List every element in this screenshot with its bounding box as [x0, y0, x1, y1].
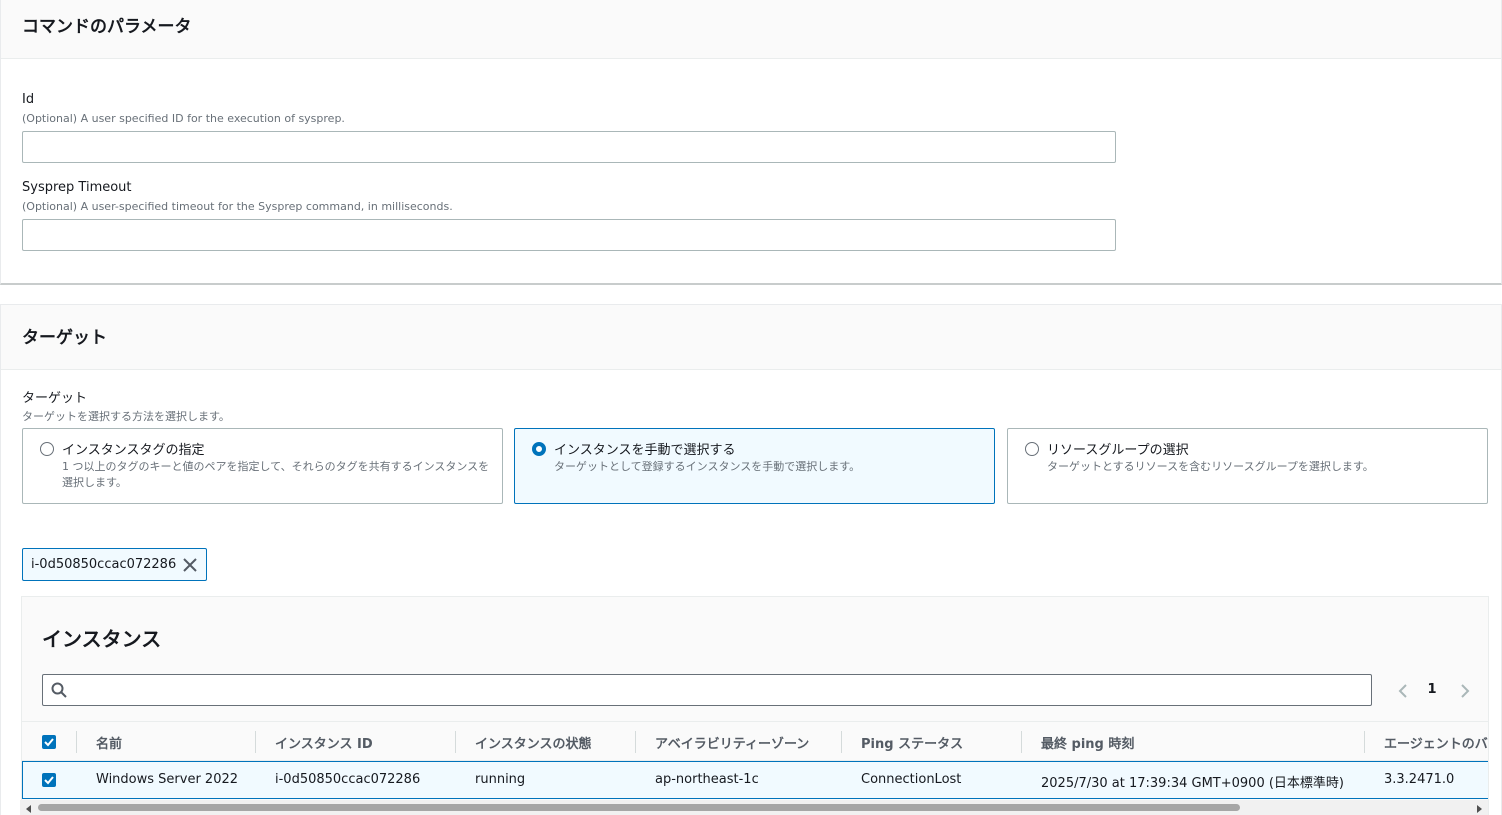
instances-search-box	[42, 674, 1372, 706]
cell-instance-id: i-0d50850ccac072286	[275, 772, 421, 787]
column-divider	[1364, 731, 1365, 753]
row-checkbox[interactable]	[42, 773, 56, 787]
table-header-row: 名前 インスタンス ID インスタンスの状態 アベイラビリティーゾーン Ping…	[22, 721, 1488, 761]
command-parameters-panel: コマンドのパラメータ Id (Optional) A user specifie…	[0, 0, 1502, 285]
radio-button-instance-tags[interactable]	[40, 442, 54, 456]
radio-title-manual-instances: インスタンスを手動で選択する	[554, 443, 736, 458]
radio-title-resource-group: リソースグループの選択	[1047, 443, 1189, 458]
command-parameters-title: コマンドのパラメータ	[22, 17, 192, 37]
selected-instance-token-label: i-0d50850ccac072286	[31, 557, 177, 572]
column-header-instance-state[interactable]: インスタンスの状態	[475, 733, 591, 752]
id-field-label: Id	[22, 92, 35, 107]
selected-instance-token: i-0d50850ccac072286	[22, 548, 207, 581]
sysprep-timeout-input[interactable]	[22, 219, 1116, 251]
scroll-left-arrow-icon[interactable]	[24, 803, 34, 813]
column-header-name[interactable]: 名前	[96, 733, 122, 752]
id-input[interactable]	[22, 131, 1116, 163]
cell-ping-status: ConnectionLost	[861, 772, 962, 787]
radio-button-manual-instances[interactable]	[532, 442, 546, 456]
command-parameters-header: コマンドのパラメータ	[1, 0, 1501, 59]
column-header-ping-status[interactable]: Ping ステータス	[861, 733, 963, 752]
cell-instance-state: running	[475, 772, 526, 787]
scroll-right-arrow-icon[interactable]	[1474, 803, 1484, 813]
chevron-left-icon[interactable]	[1396, 683, 1410, 699]
column-header-agent-version[interactable]: エージェントのバ	[1384, 733, 1488, 752]
column-divider	[455, 731, 456, 753]
scrollbar-thumb[interactable]	[38, 804, 1240, 811]
cell-last-ping: 2025/7/30 at 17:39:34 GMT+0900 (日本標準時)	[1041, 776, 1344, 791]
radio-card-resource-group[interactable]: リソースグループの選択 ターゲットとするリソースを含むリソースグループを選択しま…	[1007, 428, 1488, 504]
chevron-right-icon[interactable]	[1458, 683, 1472, 699]
select-all-checkbox[interactable]	[42, 735, 56, 749]
column-divider	[1021, 731, 1022, 753]
table-row[interactable]: Windows Server 2022 i-0d50850ccac072286 …	[22, 761, 1488, 799]
radio-description-instance-tags: 1 つ以上のタグのキーと値のペアを指定して、それらのタグを共有するインスタンスを…	[62, 460, 490, 489]
pagination-page-1[interactable]: 1	[1424, 682, 1440, 697]
horizontal-scrollbar[interactable]	[20, 800, 1488, 815]
column-divider	[76, 731, 77, 753]
targets-title: ターゲット	[22, 328, 107, 348]
sysprep-timeout-label: Sysprep Timeout	[22, 180, 132, 195]
column-divider	[635, 731, 636, 753]
radio-button-resource-group[interactable]	[1025, 442, 1039, 456]
target-method-description: ターゲットを選択する方法を選択します。	[22, 410, 230, 423]
instances-table-container: インスタンス 1 名前 インスタンス ID インスタンスの状態 アベイラビリティ…	[21, 596, 1489, 815]
cell-agent-version: 3.3.2471.0	[1384, 772, 1455, 787]
instances-title: インスタンス	[42, 627, 162, 651]
target-method-label: ターゲット	[22, 391, 88, 406]
id-field-description: (Optional) A user specified ID for the e…	[22, 112, 345, 125]
close-icon[interactable]	[182, 557, 198, 573]
sysprep-timeout-description: (Optional) A user-specified timeout for …	[22, 200, 453, 213]
search-icon	[51, 682, 67, 698]
radio-title-instance-tags: インスタンスタグの指定	[62, 443, 205, 458]
radio-card-instance-tags[interactable]: インスタンスタグの指定 1 つ以上のタグのキーと値のペアを指定して、それらのタグ…	[22, 428, 503, 504]
pagination: 1	[1392, 681, 1482, 701]
cell-availability-zone: ap-northeast-1c	[655, 772, 759, 787]
targets-header: ターゲット	[1, 305, 1501, 370]
targets-panel: ターゲット ターゲット ターゲットを選択する方法を選択します。 インスタンスタグ…	[0, 304, 1502, 815]
column-divider	[841, 731, 842, 753]
column-divider	[255, 731, 256, 753]
radio-description-resource-group: ターゲットとするリソースを含むリソースグループを選択します。	[1047, 460, 1374, 473]
column-header-availability-zone[interactable]: アベイラビリティーゾーン	[655, 733, 809, 752]
radio-card-manual-instances[interactable]: インスタンスを手動で選択する ターゲットとして登録するインスタンスを手動で選択し…	[514, 428, 995, 504]
column-header-instance-id[interactable]: インスタンス ID	[275, 733, 373, 752]
radio-description-manual-instances: ターゲットとして登録するインスタンスを手動で選択します。	[554, 460, 861, 473]
instances-search-input[interactable]	[75, 675, 1365, 705]
cell-name: Windows Server 2022	[96, 772, 239, 787]
column-header-last-ping[interactable]: 最終 ping 時刻	[1041, 733, 1134, 752]
